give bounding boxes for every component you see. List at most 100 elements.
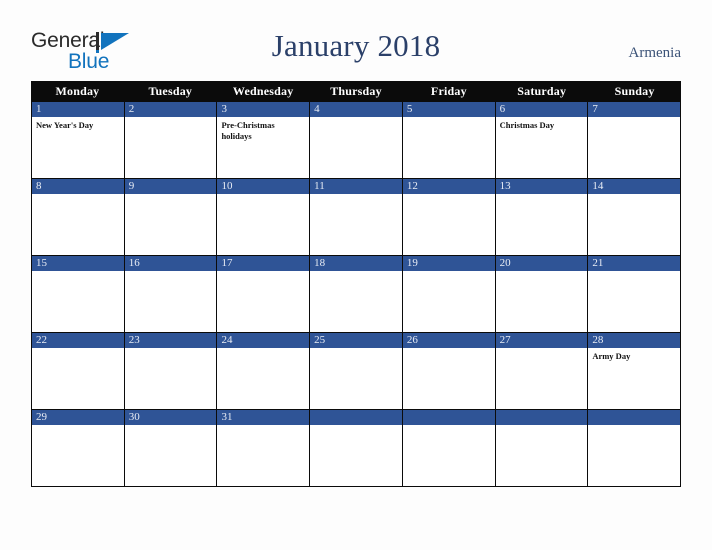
holiday-event: Christmas Day [499,120,555,130]
day-number: 6 [499,103,506,115]
calendar-day-cell[interactable]: 12 [402,178,496,255]
day-number: 4 [314,103,320,115]
day-number-bar: 20 [495,256,588,271]
holiday-event: Army Day [592,351,631,361]
day-number: 12 [406,180,418,192]
day-events [496,194,588,255]
day-number: 15 [36,257,47,269]
page-header: General Blue January 2018 Armenia [0,0,712,78]
calendar-day-cell[interactable]: 20 [495,255,589,332]
day-of-week-header: Monday Tuesday Wednesday Thursday Friday Satu… [31,81,681,101]
day-events [125,194,217,255]
calendar-day-cell[interactable]: 8 [32,178,125,255]
day-number: 24 [221,334,233,346]
day-number: 5 [406,103,413,115]
calendar-day-cell[interactable]: 2 [124,101,218,178]
day-events [125,271,217,332]
calendar-day-cell[interactable]: 22 [32,332,125,409]
day-events [310,271,402,332]
day-number: 13 [499,180,511,192]
day-number-bar: 22 [32,333,124,348]
day-number-bar: 4 [310,102,402,117]
calendar-day-cell[interactable]: 16 [124,255,218,332]
day-number: 29 [36,411,47,423]
day-events [403,117,495,178]
calendar-day-cell[interactable]: 3 Pre-Christmas holidays [217,101,311,178]
calendar-grid: Monday Tuesday Wednesday Thursday Friday Satu… [31,81,682,487]
day-events [588,271,680,332]
day-number-bar: 3 [217,102,310,117]
day-events [125,425,217,486]
day-events [125,117,217,178]
calendar-day-cell[interactable]: 10 [217,178,311,255]
calendar-day-cell[interactable]: 14 [588,178,682,255]
day-number: 14 [592,180,604,192]
calendar-day-cell[interactable]: 18 [310,255,403,332]
day-number: 21 [592,257,604,269]
day-events [496,271,588,332]
day-events [217,271,309,332]
day-number-bar: 29 [32,410,124,425]
day-events [588,117,680,178]
day-number-bar: 2 [124,102,217,117]
calendar-day-cell[interactable]: 9 [124,178,218,255]
calendar-week-row: 15 16 17 18 19 20 21 [32,255,682,332]
calendar-day-cell[interactable]: 25 [310,332,403,409]
day-events [310,348,402,409]
calendar-weeks: 1 New Year's Day 2 3 Pre-Christmas holidays 4… [31,101,682,487]
calendar-day-cell[interactable]: 31 [217,409,311,486]
day-events: Christmas Day [496,117,588,178]
day-events: New Year's Day [32,117,124,178]
calendar-day-cell[interactable]: 27 [495,332,589,409]
day-number: 10 [221,180,233,192]
day-number-bar: 15 [32,256,124,271]
day-number-bar: 24 [217,333,310,348]
day-number: 9 [128,180,135,192]
calendar-day-cell[interactable]: 13 [495,178,589,255]
day-number-bar: 16 [124,256,217,271]
day-number-bar: 27 [495,333,588,348]
calendar-day-cell[interactable]: 6 Christmas Day [495,101,589,178]
day-number: 28 [592,334,604,346]
day-number-bar [310,410,402,425]
calendar-day-cell[interactable]: 21 [588,255,682,332]
calendar-day-cell[interactable]: 19 [402,255,496,332]
day-of-week-wednesday: Wednesday [232,83,294,98]
day-number: 20 [499,257,511,269]
day-number-bar [402,410,495,425]
day-number-bar: 10 [217,179,310,194]
calendar-day-cell[interactable]: 28 Army Day [588,332,682,409]
calendar-day-cell[interactable]: 24 [217,332,311,409]
day-number-bar: 6 [495,102,588,117]
calendar-week-row: 8 9 10 11 12 13 14 [32,178,682,255]
day-events [588,425,680,486]
day-number-bar [495,410,588,425]
calendar-day-cell[interactable]: 30 [124,409,218,486]
calendar-day-cell[interactable]: 26 [402,332,496,409]
calendar-day-cell[interactable]: 23 [124,332,218,409]
day-events [125,348,217,409]
day-of-week-tuesday: Tuesday [148,83,193,98]
day-number: 18 [314,257,326,269]
day-number-bar: 23 [124,333,217,348]
day-of-week-monday: Monday [55,83,100,98]
calendar-day-cell[interactable]: 11 [310,178,403,255]
day-number: 7 [592,103,598,115]
calendar-day-cell[interactable]: 17 [217,255,311,332]
day-events [403,271,495,332]
calendar-empty-cell [402,409,496,486]
calendar-day-cell[interactable]: 4 [310,101,403,178]
day-number-bar: 30 [124,410,217,425]
day-number-bar: 25 [310,333,402,348]
calendar-day-cell[interactable]: 1 New Year's Day [32,101,125,178]
calendar-day-cell[interactable]: 15 [32,255,125,332]
day-of-week-friday: Friday [430,83,467,98]
calendar-page: General Blue January 2018 Armenia Monday… [0,0,712,550]
day-events [403,425,495,486]
calendar-week-row: 29 30 31 [32,409,682,486]
day-of-week-saturday: Saturday [517,83,567,98]
calendar-day-cell[interactable]: 7 [588,101,682,178]
day-number-bar: 1 [32,102,124,117]
calendar-day-cell[interactable]: 29 [32,409,125,486]
calendar-day-cell[interactable]: 5 [402,101,496,178]
